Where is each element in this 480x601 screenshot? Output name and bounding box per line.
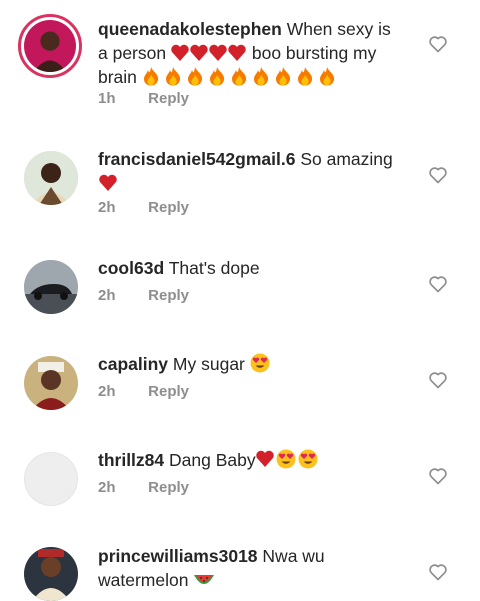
reply-button[interactable]: Reply: [148, 199, 189, 216]
fire-emoji: [143, 67, 334, 86]
avatar[interactable]: [24, 547, 78, 601]
comment-text: princewilliams3018 Nwa wu watermelon: [98, 544, 398, 592]
comment-text: thrillz84 Dang Baby: [98, 448, 398, 472]
comment-meta: 2h Reply: [98, 383, 189, 400]
avatar[interactable]: [18, 14, 82, 78]
like-heart-icon[interactable]: [428, 165, 448, 185]
like-heart-icon[interactable]: [428, 466, 448, 486]
watermelon-emoji: [194, 575, 215, 584]
comment-meta: 2h Reply: [98, 479, 189, 496]
comment-body: That's dope: [168, 258, 260, 278]
comment-text: cool63d That's dope: [98, 256, 398, 280]
heart-eyes-emoji: [250, 353, 270, 373]
red-heart-emoji: [99, 174, 117, 191]
comment-time: 2h: [98, 287, 116, 304]
comment-username[interactable]: princewilliams3018: [98, 546, 258, 566]
avatar[interactable]: [24, 151, 78, 205]
avatar[interactable]: [24, 356, 78, 410]
comment-time: 2h: [98, 479, 116, 496]
comment-text: capaliny My sugar: [98, 352, 398, 376]
reply-button[interactable]: Reply: [148, 287, 189, 304]
comment-meta: 1h Reply: [98, 90, 189, 107]
reply-button[interactable]: Reply: [148, 479, 189, 496]
fire-emoji-group: [142, 67, 340, 87]
reply-button[interactable]: Reply: [148, 90, 189, 107]
comment-meta: 2h Reply: [98, 287, 189, 304]
red-heart-emoji: [171, 44, 246, 61]
like-heart-icon[interactable]: [428, 370, 448, 390]
comment-username[interactable]: francisdaniel542gmail.6: [98, 149, 295, 169]
comment-body: So amazing: [300, 149, 393, 169]
comment-time: 2h: [98, 199, 116, 216]
like-heart-icon[interactable]: [428, 34, 448, 54]
like-heart-icon[interactable]: [428, 274, 448, 294]
comment-text: francisdaniel542gmail.6 So amazing: [98, 147, 398, 195]
comment-time: 2h: [98, 383, 116, 400]
comment-meta: 2h Reply: [98, 199, 189, 216]
reply-button[interactable]: Reply: [148, 383, 189, 400]
comment-username[interactable]: capaliny: [98, 354, 168, 374]
comment-body: My sugar: [172, 354, 245, 374]
comment-username[interactable]: cool63d: [98, 258, 164, 278]
comment-time: 1h: [98, 90, 116, 107]
comment-text: queenadakolestephen When sexy is a perso…: [98, 17, 398, 89]
comment-username[interactable]: queenadakolestephen: [98, 19, 282, 39]
like-heart-icon[interactable]: [428, 562, 448, 582]
comment-body: Dang Baby: [169, 450, 256, 470]
heart-and-heart-eyes-emoji: [255, 449, 318, 469]
avatar[interactable]: [24, 452, 78, 506]
red-heart-emoji-group: [171, 43, 252, 63]
comment-username[interactable]: thrillz84: [98, 450, 164, 470]
avatar[interactable]: [24, 260, 78, 314]
